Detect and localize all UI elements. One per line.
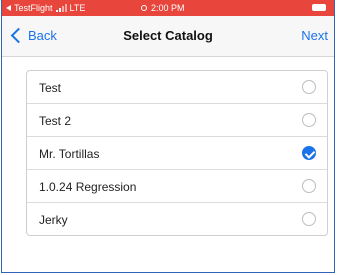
- catalog-row[interactable]: Jerky: [27, 203, 327, 235]
- phone-screen: TestFlight LTE 2:00 PM Back Select Catal…: [1, 0, 335, 273]
- catalog-list: Test Test 2 Mr. Tortillas 1.0.24 Regression…: [26, 70, 328, 236]
- catalog-label: Mr. Tortillas: [39, 147, 100, 161]
- carrier-label: TestFlight: [14, 3, 53, 13]
- radio-unchecked-icon[interactable]: [302, 80, 316, 94]
- catalog-label: Jerky: [39, 213, 68, 227]
- next-button[interactable]: Next: [301, 28, 328, 43]
- radio-checked-icon[interactable]: [302, 146, 316, 160]
- catalog-row[interactable]: Test 2: [27, 104, 327, 137]
- catalog-row[interactable]: Mr. Tortillas: [27, 137, 327, 170]
- status-bar: TestFlight LTE 2:00 PM: [2, 0, 334, 16]
- catalog-row[interactable]: 1.0.24 Regression: [27, 170, 327, 203]
- clock-icon: [141, 5, 147, 11]
- catalog-row[interactable]: Test: [27, 71, 327, 104]
- signal-icon: [55, 4, 67, 12]
- status-left: TestFlight LTE: [6, 3, 85, 13]
- page-title: Select Catalog: [123, 28, 213, 43]
- navigation-bar: Back Select Catalog Next: [2, 16, 334, 57]
- radio-unchecked-icon[interactable]: [302, 179, 316, 193]
- time-label: 2:00 PM: [151, 3, 185, 13]
- back-to-app-icon[interactable]: [6, 5, 11, 11]
- catalog-label: 1.0.24 Regression: [39, 180, 137, 194]
- radio-unchecked-icon[interactable]: [302, 113, 316, 127]
- checkmark-icon: [304, 147, 315, 159]
- catalog-label: Test: [39, 81, 62, 95]
- catalog-label: Test 2: [39, 114, 72, 128]
- radio-unchecked-icon[interactable]: [302, 212, 316, 226]
- network-label: LTE: [69, 3, 86, 13]
- status-time: 2:00 PM: [141, 3, 185, 13]
- battery-icon: [312, 4, 326, 11]
